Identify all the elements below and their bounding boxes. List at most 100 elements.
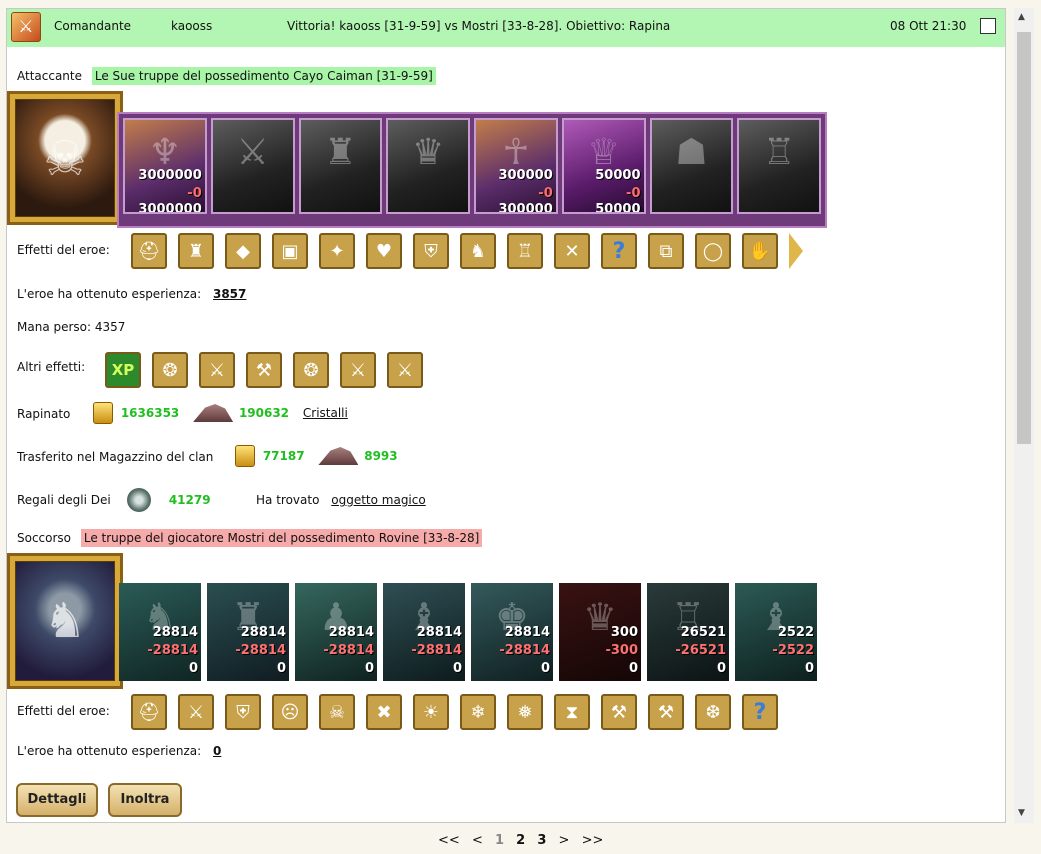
details-button[interactable]: Dettagli — [16, 783, 98, 817]
unit-count: 28814 — [328, 625, 374, 640]
sword-icon[interactable]: ⚔ — [199, 352, 235, 388]
question-icon[interactable]: ? — [742, 694, 778, 730]
defender-hero-portrait[interactable]: ♞ — [7, 553, 123, 689]
pagination: << < 1 2 3 > >> — [434, 833, 607, 848]
treasure-icon[interactable]: ✦ — [319, 233, 355, 269]
attacker-units: ♆ 3000000 -0 3000000 ⚔ ♜ ♛ ☥ 300000 -0 300000 ♕ 5000… — [117, 112, 827, 228]
scrollbar[interactable]: ▲ ▼ — [1014, 8, 1034, 823]
lantern-helmet-icon[interactable]: ⛑ — [131, 694, 167, 730]
forward-button[interactable]: Inoltra — [108, 783, 182, 817]
player-name[interactable]: kaooss — [171, 19, 212, 33]
unit-count: 3000000 — [138, 168, 202, 183]
ice-chain-icon[interactable]: ⧗ — [554, 694, 590, 730]
unit-figure-icon: ♆ — [148, 132, 182, 173]
attacker-unit[interactable]: ♛ — [386, 118, 470, 214]
wolf-icon[interactable]: ♞ — [460, 233, 496, 269]
crossed-blades-icon[interactable]: ✕ — [554, 233, 590, 269]
mana-lost: Mana perso: 4357 — [17, 320, 126, 334]
defender-unit[interactable]: ♜ 28814 -28814 0 — [207, 583, 289, 681]
unit-losses: -300 — [605, 643, 638, 658]
gems-icon[interactable]: ◆ — [225, 233, 261, 269]
gold-bag-icon-2[interactable]: ❂ — [293, 352, 329, 388]
page-3[interactable]: 3 — [537, 833, 546, 848]
defender-unit[interactable]: ♛ 300 -300 0 — [559, 583, 641, 681]
unit-figure-icon: ♖ — [762, 132, 796, 173]
scroll-up-icon[interactable]: ▲ — [1018, 12, 1025, 22]
attacker-unit[interactable]: ☗ — [649, 118, 734, 214]
xp-icon[interactable]: XP — [105, 352, 141, 388]
totem-icon[interactable]: ♖ — [507, 233, 543, 269]
attacker-unit[interactable]: ♜ — [298, 118, 383, 214]
select-checkbox[interactable] — [980, 18, 996, 34]
unit-count: 28814 — [152, 625, 198, 640]
defender-exp-label: L'eroe ha ottenuto esperienza: — [17, 744, 202, 758]
page-first[interactable]: << — [438, 833, 460, 848]
green-sword-icon[interactable]: ⚔ — [340, 352, 376, 388]
attacker-unit[interactable]: ♖ — [737, 118, 821, 214]
unit-losses: -28814 — [235, 643, 286, 658]
flame-skull-icon[interactable]: ☀ — [413, 694, 449, 730]
magic-item-link[interactable]: oggetto magico — [331, 493, 425, 507]
ice-armor-icon[interactable]: ❅ — [507, 694, 543, 730]
shield-icon[interactable]: ⛨ — [413, 233, 449, 269]
attacker-exp-label: L'eroe ha ottenuto esperienza: — [17, 287, 202, 301]
ice-axe-icon[interactable]: ⚒ — [601, 694, 637, 730]
skeleton-icon[interactable]: ☠ — [319, 694, 355, 730]
helmet-icon[interactable]: ⛑ — [131, 233, 167, 269]
defender-unit[interactable]: ♟ 28814 -28814 0 — [295, 583, 377, 681]
page-next[interactable]: > — [559, 833, 570, 848]
heart-icon[interactable]: ♥ — [366, 233, 402, 269]
gold-icon — [93, 402, 113, 424]
unit-figure-icon: ♛ — [411, 132, 445, 173]
battle-report: ⚔ Comandante kaooss Vittoria! kaooss [31… — [6, 8, 1006, 823]
scrollbar-thumb[interactable] — [1017, 32, 1031, 444]
defender-unit[interactable]: ♝ 28814 -28814 0 — [383, 583, 465, 681]
unit-count: 28814 — [240, 625, 286, 640]
attacker-unit[interactable]: ♆ 3000000 -0 3000000 — [123, 118, 207, 214]
clan-crystals: 8993 — [364, 448, 398, 463]
crystals-link[interactable]: Cristalli — [303, 406, 348, 420]
attacker-label: Attaccante — [17, 69, 83, 83]
ice-hammer-icon[interactable]: ⚒ — [648, 694, 684, 730]
defender-unit[interactable]: ♚ 28814 -28814 0 — [471, 583, 553, 681]
clan-values: 77187 8993 — [235, 445, 398, 467]
crossed-axes-icon[interactable]: ✖ — [366, 694, 402, 730]
attacker-unit[interactable]: ♕ 50000 -0 50000 — [561, 118, 646, 214]
attacker-unit[interactable]: ⚔ — [210, 118, 295, 214]
unit-losses: -0 — [626, 186, 641, 201]
bracers-icon[interactable]: ⧉ — [648, 233, 684, 269]
unit-remaining: 50000 — [595, 202, 641, 214]
page-prev[interactable]: < — [472, 833, 483, 848]
defender-exp-value[interactable]: 0 — [213, 744, 221, 758]
gold-bag-icon[interactable]: ❂ — [152, 352, 188, 388]
robbed-values: 1636353 190632 Cristalli — [93, 402, 348, 424]
attacker-exp-value[interactable]: 3857 — [213, 287, 246, 301]
ice-shield-icon[interactable]: ❆ — [695, 694, 731, 730]
unit-losses: -26521 — [675, 643, 726, 658]
ring-icon[interactable]: ◯ — [695, 233, 731, 269]
scroll-right-arrow-icon[interactable] — [789, 233, 803, 269]
ice-burst-icon[interactable]: ❄ — [460, 694, 496, 730]
unit-remaining: 0 — [364, 661, 374, 676]
demon-face-icon[interactable]: ☹ — [272, 694, 308, 730]
bloody-sword-icon[interactable]: ⚔ — [178, 694, 214, 730]
defender-unit[interactable]: ♖ 26521 -26521 0 — [647, 583, 729, 681]
page-1[interactable]: 1 — [495, 833, 504, 848]
unit-losses: -2522 — [772, 643, 814, 658]
page-2[interactable]: 2 — [516, 833, 525, 848]
defender-unit[interactable]: ♝ 2522 -2522 0 — [735, 583, 817, 681]
chest-icon[interactable]: ▣ — [272, 233, 308, 269]
question-icon[interactable]: ? — [601, 233, 637, 269]
attacker-hero-portrait[interactable]: ☠ — [7, 91, 123, 225]
shield-icon[interactable]: ⛨ — [225, 694, 261, 730]
sword-icon-2[interactable]: ⚔ — [387, 352, 423, 388]
report-date: 08 Ott 21:30 — [890, 19, 967, 33]
gauntlet-icon[interactable]: ✋ — [742, 233, 778, 269]
defender-unit[interactable]: ♞ 28814 -28814 0 — [119, 583, 201, 681]
armor-icon[interactable]: ♜ — [178, 233, 214, 269]
unit-count: 26521 — [680, 625, 726, 640]
attacker-unit[interactable]: ☥ 300000 -0 300000 — [474, 118, 558, 214]
hammer-icon[interactable]: ⚒ — [246, 352, 282, 388]
page-last[interactable]: >> — [582, 833, 604, 848]
scroll-down-icon[interactable]: ▼ — [1018, 808, 1025, 818]
